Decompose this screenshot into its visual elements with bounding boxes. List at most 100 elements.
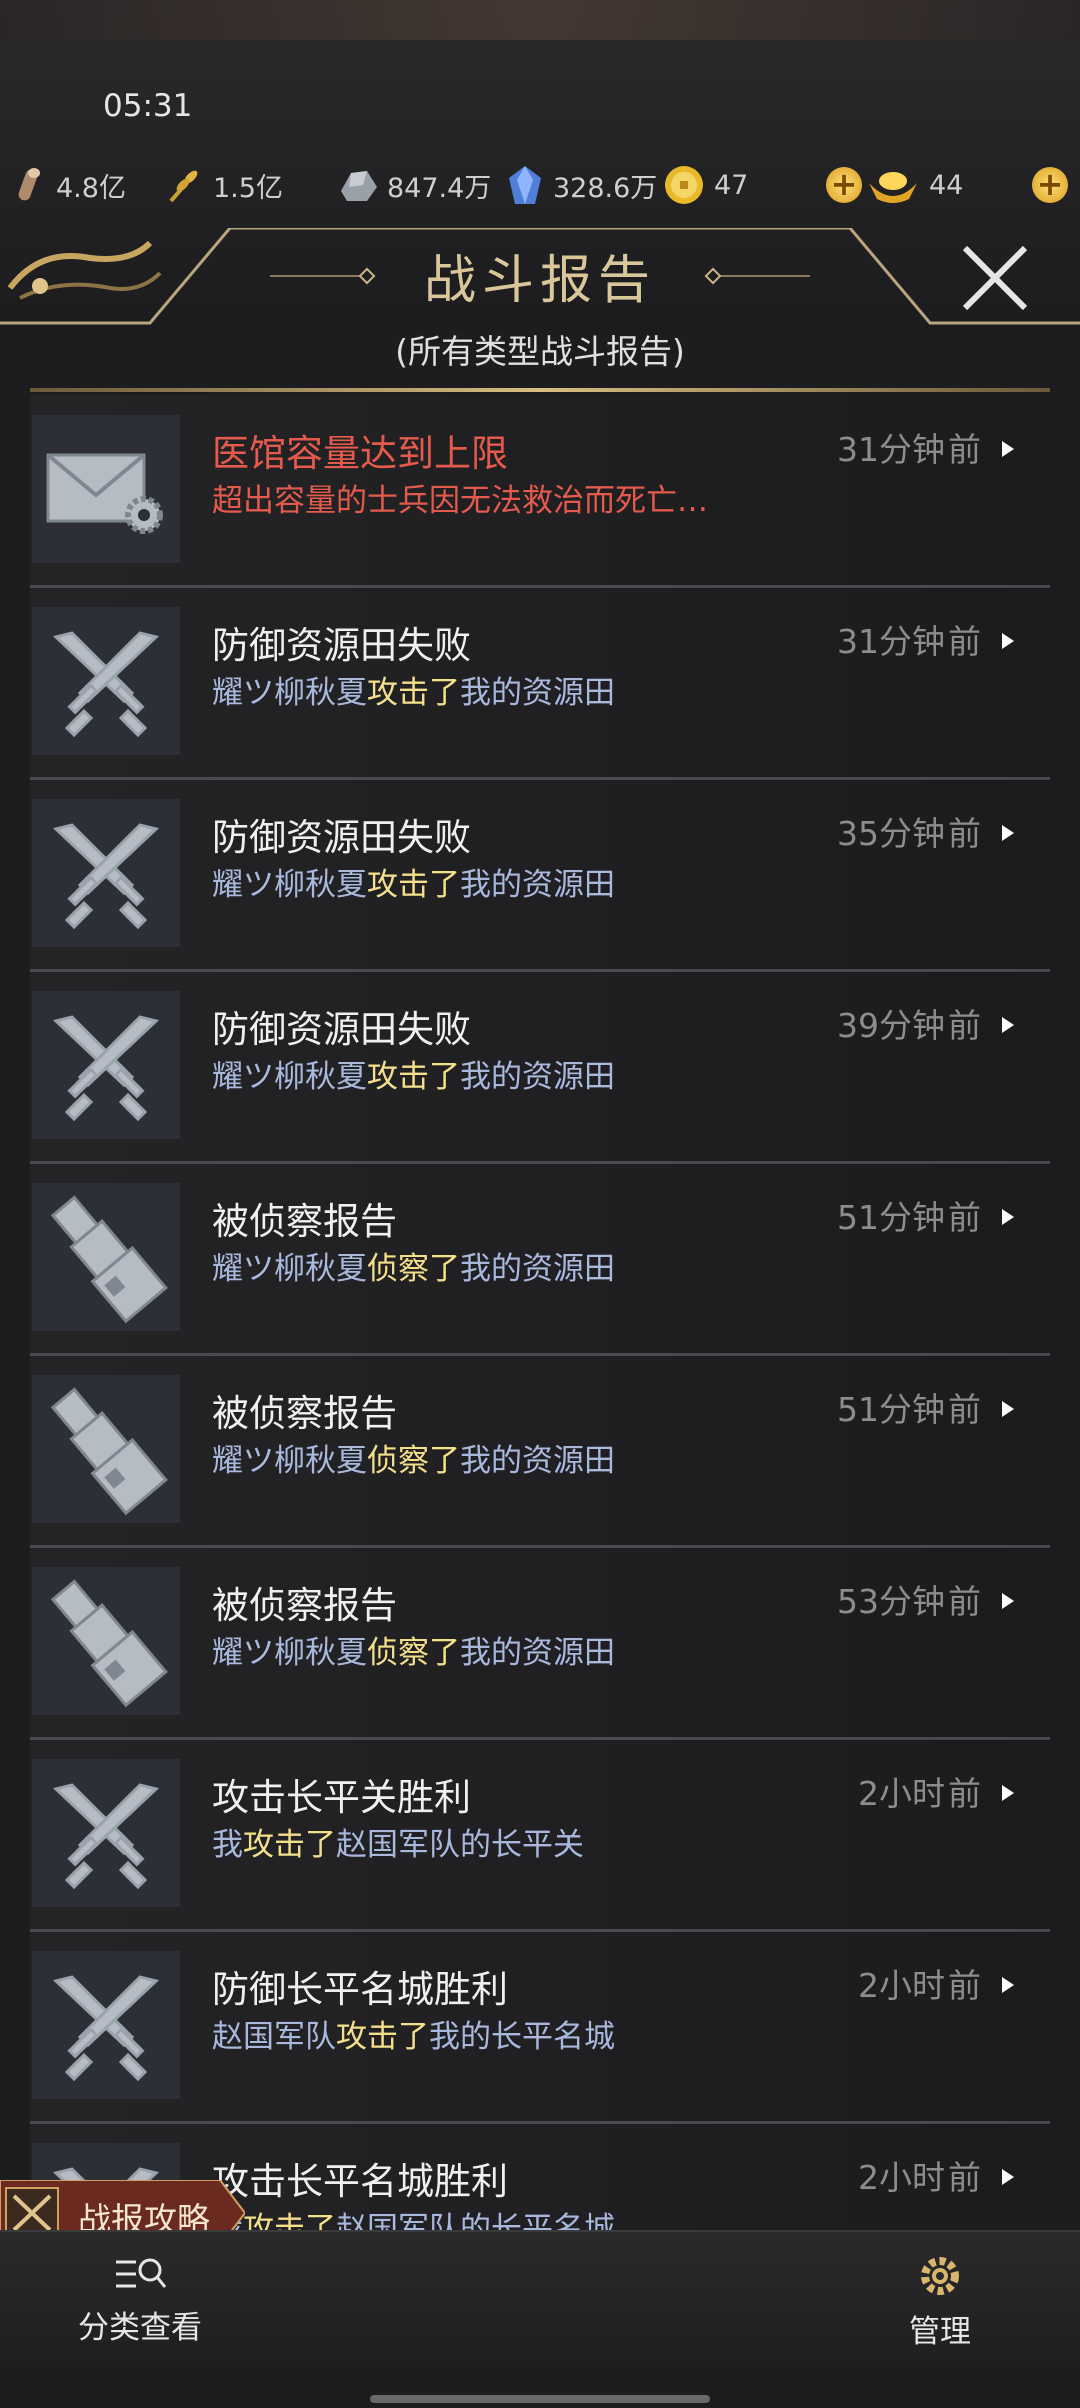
crossed-swords-icon — [32, 991, 180, 1139]
chevron-right-icon — [1002, 441, 1014, 457]
report-title: 医馆容量达到上限 — [212, 432, 508, 475]
report-description: 我攻击了赵国军队的长平名城 — [212, 2211, 615, 2230]
page-subtitle: (所有类型战斗报告) — [395, 332, 685, 371]
report-row[interactable]: 被侦察报告耀ツ柳秋夏侦察了我的资源田 51分钟前 — [30, 1163, 1050, 1356]
report-description: 耀ツ柳秋夏攻击了我的资源田 — [212, 867, 615, 903]
report-description: 我攻击了赵国军队的长平关 — [212, 1827, 584, 1863]
report-time-suffix: 前 — [948, 1582, 981, 1621]
report-row[interactable]: 被侦察报告耀ツ柳秋夏侦察了我的资源田 53分钟前 — [30, 1547, 1050, 1740]
resource-gold[interactable]: 44 — [865, 160, 963, 210]
report-description: 超出容量的士兵因无法救治而死亡… — [212, 483, 708, 519]
report-time-suffix: 前 — [948, 1006, 981, 1045]
report-time: 2小时 — [858, 1966, 945, 2005]
manage-button[interactable]: 管理 — [880, 2250, 1000, 2350]
stone-icon — [341, 171, 377, 201]
filter-list-icon — [116, 2258, 167, 2288]
report-description: 耀ツ柳秋夏攻击了我的资源田 — [212, 1059, 615, 1095]
resource-wood-value: 4.8亿 — [56, 172, 126, 204]
report-time: 35分钟 — [837, 814, 945, 853]
report-time-suffix: 前 — [948, 2158, 981, 2197]
chevron-right-icon — [1002, 1977, 1014, 1993]
status-time: 05:31 — [103, 88, 193, 124]
report-time-suffix: 前 — [948, 814, 981, 853]
resource-food-value: 1.5亿 — [213, 172, 283, 204]
filter-view-button[interactable]: 分类查看 — [60, 2250, 220, 2350]
report-description: 耀ツ柳秋夏侦察了我的资源田 — [212, 1635, 615, 1671]
resource-wood[interactable]: 4.8亿 — [12, 160, 126, 210]
report-title: 被侦察报告 — [212, 1392, 397, 1435]
top-ornament — [0, 0, 1080, 40]
report-row[interactable]: 被侦察报告耀ツ柳秋夏侦察了我的资源田 51分钟前 — [30, 1355, 1050, 1548]
report-description: 耀ツ柳秋夏侦察了我的资源田 — [212, 1443, 615, 1479]
report-time: 2小时 — [858, 1774, 945, 1813]
resource-crystal[interactable]: 328.6万 — [505, 160, 657, 210]
spyglass-icon — [32, 1375, 180, 1523]
gear-icon — [921, 2257, 959, 2295]
add-gold-button[interactable]: + — [1032, 167, 1068, 203]
chevron-right-icon — [1002, 1593, 1014, 1609]
report-title: 攻击长平关胜利 — [212, 1776, 471, 1819]
report-description: 耀ツ柳秋夏攻击了我的资源田 — [212, 675, 615, 711]
report-time: 31分钟 — [837, 430, 945, 469]
crossed-swords-icon — [32, 1951, 180, 2099]
report-row[interactable]: 防御资源田失败耀ツ柳秋夏攻击了我的资源田 31分钟前 — [30, 587, 1050, 780]
chevron-right-icon — [1002, 1209, 1014, 1225]
spyglass-icon — [32, 1567, 180, 1715]
title-divider — [30, 388, 1050, 392]
chevron-right-icon — [1002, 1017, 1014, 1033]
manage-label: 管理 — [909, 2314, 971, 2350]
resource-crystal-value: 328.6万 — [553, 172, 658, 204]
report-row[interactable]: 防御资源田失败耀ツ柳秋夏攻击了我的资源田 39分钟前 — [30, 971, 1050, 1164]
wheat-icon — [169, 170, 198, 203]
report-title: 防御资源田失败 — [212, 816, 471, 859]
report-description: 赵国军队攻击了我的长平名城 — [212, 2019, 615, 2055]
gold-ingot-icon — [869, 172, 917, 203]
report-time: 53分钟 — [837, 1582, 945, 1621]
resource-coin-value: 47 — [714, 169, 749, 201]
filter-view-label: 分类查看 — [78, 2310, 202, 2346]
report-row[interactable]: 攻击长平关胜利我攻击了赵国军队的长平关 2小时前 — [30, 1739, 1050, 1932]
report-title: 防御资源田失败 — [212, 1008, 471, 1051]
report-row[interactable]: 防御长平名城胜利赵国军队攻击了我的长平名城 2小时前 — [30, 1931, 1050, 2124]
report-time-suffix: 前 — [948, 430, 981, 469]
resource-stone[interactable]: 847.4万 — [337, 160, 491, 210]
report-time-suffix: 前 — [948, 1198, 981, 1237]
report-description: 耀ツ柳秋夏侦察了我的资源田 — [212, 1251, 615, 1287]
home-indicator — [370, 2395, 710, 2403]
crystal-icon — [509, 166, 541, 204]
report-time-suffix: 前 — [948, 622, 981, 661]
chevron-right-icon — [1002, 1401, 1014, 1417]
spyglass-icon — [32, 1183, 180, 1331]
resource-stone-value: 847.4万 — [387, 172, 492, 204]
coin-icon — [665, 166, 703, 204]
report-time: 51分钟 — [837, 1198, 945, 1237]
crossed-swords-icon — [32, 607, 180, 755]
chevron-right-icon — [1002, 633, 1014, 649]
report-time-suffix: 前 — [948, 1390, 981, 1429]
resource-food[interactable]: 1.5亿 — [165, 160, 283, 210]
chevron-right-icon — [1002, 825, 1014, 841]
report-title: 防御长平名城胜利 — [212, 1968, 508, 2011]
report-time: 2小时 — [858, 2158, 945, 2197]
chevron-right-icon — [1002, 1785, 1014, 1801]
wood-log-icon — [18, 168, 40, 201]
report-title: 被侦察报告 — [212, 1200, 397, 1243]
report-time-suffix: 前 — [948, 1774, 981, 1813]
report-time-suffix: 前 — [948, 1966, 981, 2005]
report-row[interactable]: 防御资源田失败耀ツ柳秋夏攻击了我的资源田 35分钟前 — [30, 779, 1050, 972]
report-list[interactable]: 医馆容量达到上限 超出容量的士兵因无法救治而死亡… 31分钟前防御资源田失败 耀ツ柳秋… — [30, 395, 1050, 2230]
report-time: 51分钟 — [837, 1390, 945, 1429]
report-time: 39分钟 — [837, 1006, 945, 1045]
report-title: 防御资源田失败 — [212, 624, 471, 667]
report-title: 被侦察报告 — [212, 1584, 397, 1627]
resource-bar: 4.8亿 1.5亿 847.4万 328.6万 47 44 — [0, 160, 1080, 210]
add-coin-button[interactable]: + — [826, 167, 862, 203]
resource-gold-value: 44 — [929, 169, 964, 201]
report-time: 31分钟 — [837, 622, 945, 661]
resource-coin[interactable]: 47 — [662, 160, 748, 210]
chevron-right-icon — [1002, 2169, 1014, 2185]
page-title: 战斗报告 — [423, 251, 656, 311]
report-title: 攻击长平名城胜利 — [212, 2160, 508, 2203]
report-row[interactable]: 医馆容量达到上限超出容量的士兵因无法救治而死亡… 31分钟前 — [30, 395, 1050, 588]
crossed-swords-icon — [32, 1759, 180, 1907]
